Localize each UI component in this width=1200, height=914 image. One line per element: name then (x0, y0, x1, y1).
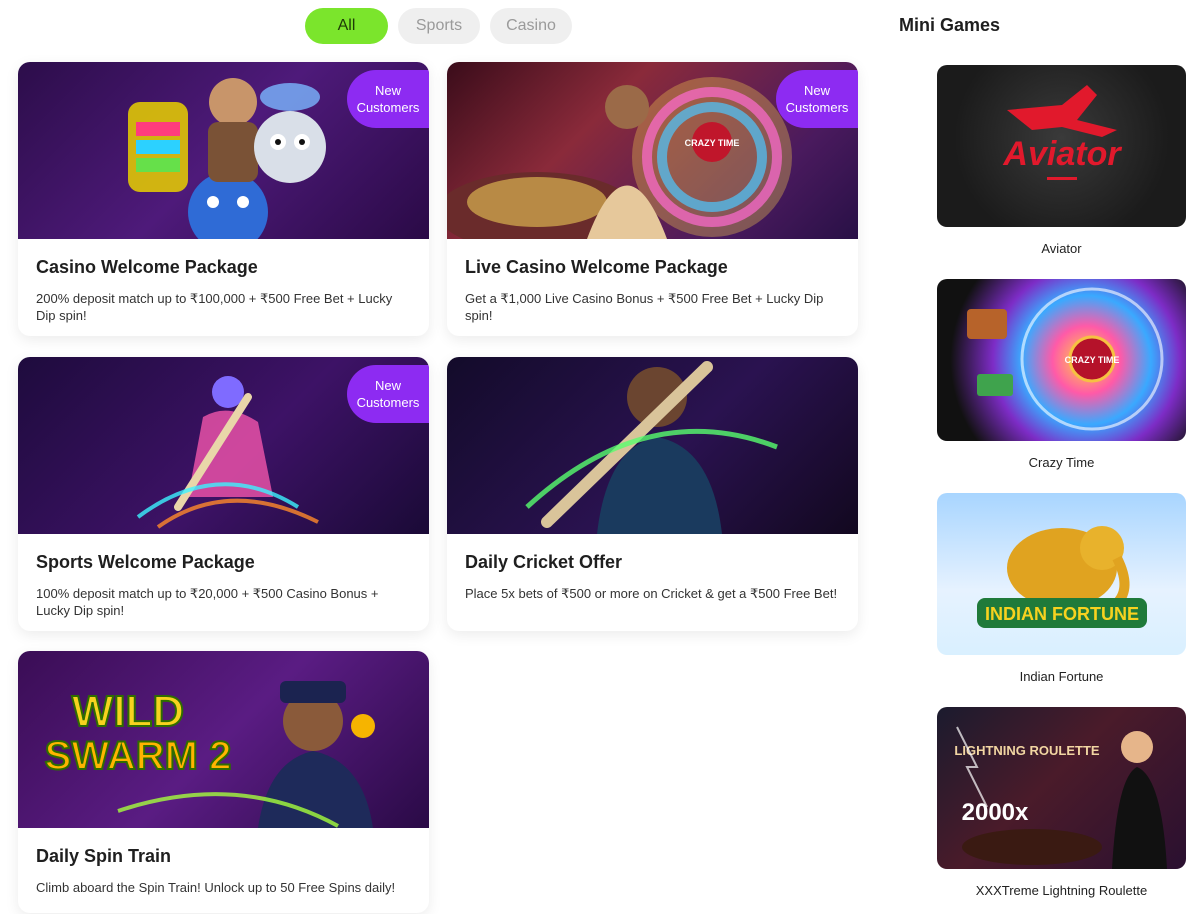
promo-banner-image: New Customers (18, 357, 429, 534)
promo-description: Place 5x bets of ₹500 or more on Cricket… (465, 586, 838, 601)
lightning-roulette-logo-text: LIGHTNING ROULETTE (954, 743, 1099, 758)
crazy-time-logo-text: CRAZY TIME (685, 138, 740, 148)
promo-card-daily-spin-train[interactable]: WILD SWARM 2 Daily Spin Train Climb aboa… (18, 651, 429, 913)
filter-tabs: All Sports Casino (305, 8, 572, 44)
new-customers-badge: New Customers (776, 70, 858, 128)
promo-title: Casino Welcome Package (36, 257, 258, 277)
promo-card-daily-cricket[interactable]: Daily Cricket Offer Place 5x bets of ₹50… (447, 357, 858, 631)
filter-all-button[interactable]: All (305, 8, 388, 44)
promo-title: Live Casino Welcome Package (465, 257, 728, 277)
wild-swarm-logo-line2: SWARM 2 (45, 734, 232, 778)
multiplier-text: 2000x (962, 799, 1029, 826)
filter-casino-button[interactable]: Casino (490, 8, 572, 44)
spin-train-illustration: WILD SWARM 2 (44, 681, 375, 828)
promo-banner-image: WILD SWARM 2 (18, 651, 429, 828)
game-label: Aviator (1041, 241, 1082, 256)
cricket-player-illustration (525, 361, 778, 534)
crazy-time-wheel: CRAZY TIME (967, 287, 1164, 431)
wild-swarm-logo-line1: WILD (72, 687, 184, 736)
mini-games-title: Mini Games (899, 15, 1001, 35)
badge-line-2: Customers (785, 100, 849, 115)
badge-line-2: Customers (356, 395, 420, 410)
game-label: XXXTreme Lightning Roulette (975, 883, 1148, 898)
game-thumbnail: CRAZY TIME (937, 279, 1186, 441)
promo-card-casino-welcome[interactable]: New Customers Casino Welcome Package 200… (18, 62, 429, 336)
promo-title: Daily Cricket Offer (465, 552, 623, 572)
badge-line-1: New (374, 378, 401, 393)
new-customers-badge: New Customers (347, 365, 429, 423)
promo-description: 100% deposit match up to ₹20,000 + ₹500 … (36, 586, 379, 618)
badge-line-1: New (374, 83, 401, 98)
game-thumbnail: INDIAN FORTUNE (937, 493, 1186, 655)
mini-game-crazy-time[interactable]: CRAZY TIME Crazy Time (937, 279, 1186, 470)
game-label: Crazy Time (1028, 455, 1095, 470)
badge-line-2: Customers (356, 100, 420, 115)
promo-title: Daily Spin Train (36, 846, 172, 866)
promo-description: Climb aboard the Spin Train! Unlock up t… (36, 880, 396, 895)
promo-title: Sports Welcome Package (36, 552, 255, 572)
indian-fortune-logo-text: INDIAN FORTUNE (985, 604, 1139, 624)
promo-card-live-casino-welcome[interactable]: CRAZY TIME New Customers Live Casino Wel… (447, 62, 858, 336)
game-thumbnail: LIGHTNING ROULETTE 2000x (937, 707, 1186, 869)
promo-banner-image: New Customers (18, 62, 429, 239)
badge-line-1: New (803, 83, 830, 98)
game-label: Indian Fortune (1019, 669, 1104, 684)
promo-description: Get a ₹1,000 Live Casino Bonus + ₹500 Fr… (465, 291, 824, 323)
filter-sports-button[interactable]: Sports (398, 8, 480, 44)
promo-card-sports-welcome[interactable]: New Customers Sports Welcome Package 100… (18, 357, 429, 631)
promo-description: 200% deposit match up to ₹100,000 + ₹500… (36, 291, 393, 323)
aviator-logo: Aviator (1002, 85, 1122, 180)
aviator-logo-text: Aviator (1002, 135, 1122, 173)
lightning-roulette-art: LIGHTNING ROULETTE 2000x (954, 726, 1167, 869)
promo-banner-image: CRAZY TIME New Customers (447, 62, 858, 239)
game-thumbnail: Aviator (937, 65, 1186, 227)
indian-fortune-elephant: INDIAN FORTUNE (977, 526, 1147, 628)
promo-banner-image (447, 357, 858, 534)
crazy-time-logo-text: CRAZY TIME (1065, 355, 1120, 365)
new-customers-badge: New Customers (347, 70, 429, 128)
mini-game-aviator[interactable]: Aviator Aviator (937, 65, 1186, 256)
mini-game-xxxtreme-lightning-roulette[interactable]: LIGHTNING ROULETTE 2000x XXXTreme Lightn… (937, 707, 1186, 898)
mini-game-indian-fortune[interactable]: INDIAN FORTUNE Indian Fortune (937, 493, 1186, 684)
